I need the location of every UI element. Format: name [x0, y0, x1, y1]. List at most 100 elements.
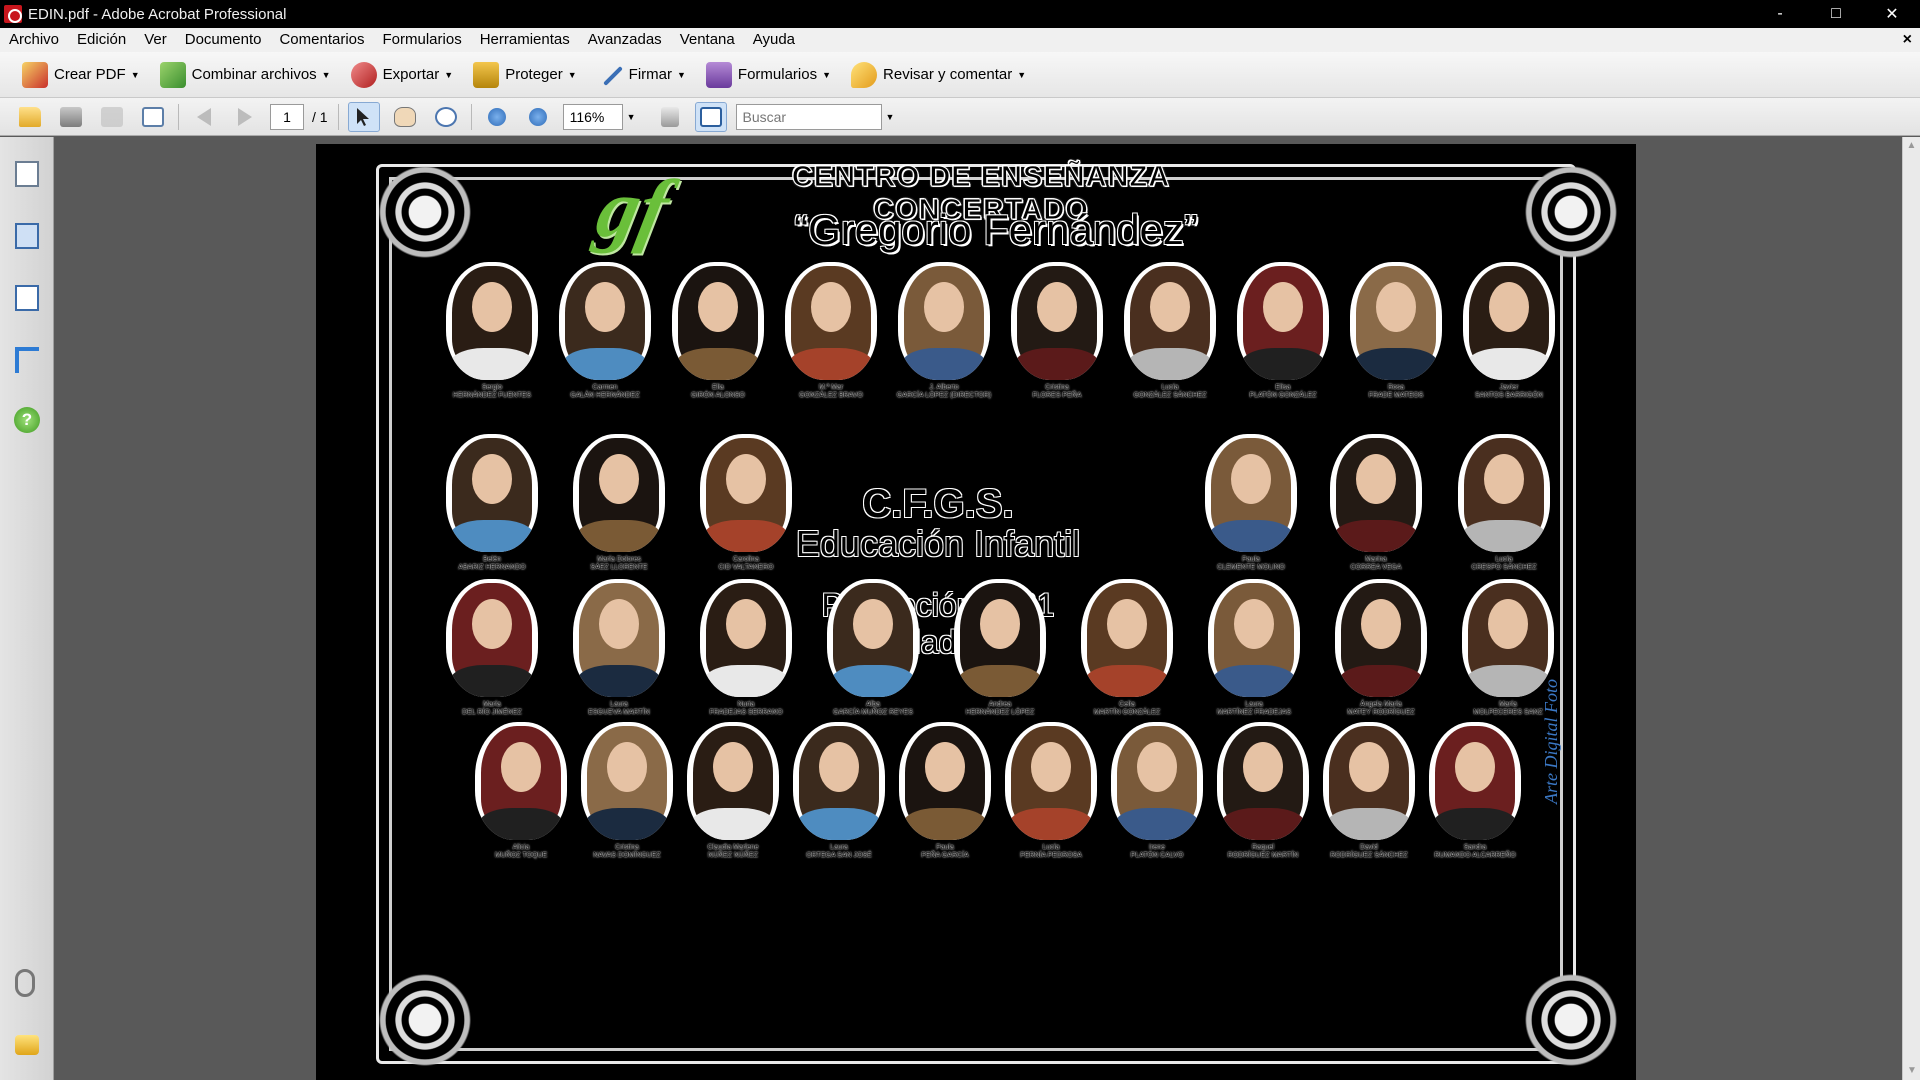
- vertical-scrollbar[interactable]: ▲ ▼: [1902, 137, 1920, 1080]
- portrait-photo: [1005, 722, 1097, 840]
- face-shape: [1037, 282, 1077, 332]
- face-shape: [501, 742, 541, 792]
- corner-ornament: [360, 152, 490, 272]
- portrait-photo: [672, 262, 764, 380]
- first-name: Nuria: [737, 701, 755, 708]
- hand-tool-button[interactable]: [389, 102, 421, 132]
- chevron-down-icon: ▼: [822, 69, 832, 80]
- zoom-in-button[interactable]: [522, 102, 554, 132]
- open-button[interactable]: [14, 102, 46, 132]
- print-button[interactable]: [55, 102, 87, 132]
- clothing-shape: [789, 348, 873, 380]
- select-tool-button[interactable]: [347, 101, 380, 132]
- save-button[interactable]: [96, 102, 128, 132]
- first-name: María: [483, 701, 501, 708]
- menu-ventana[interactable]: Ventana: [671, 28, 744, 52]
- close-button[interactable]: ✕: [1864, 0, 1920, 28]
- menu-documento[interactable]: Documento: [176, 28, 271, 52]
- portrait-caption: Cristina FLORES PEÑA: [1007, 384, 1107, 400]
- help-icon[interactable]: ?: [14, 407, 40, 433]
- portrait-photo: [1463, 262, 1555, 380]
- last-name: SÁEZ LLORENTE: [590, 564, 648, 571]
- minimize-button[interactable]: -: [1752, 0, 1808, 28]
- portrait-photo: [687, 722, 779, 840]
- face-shape: [980, 599, 1020, 649]
- last-name: MARTÍN GONZÁLEZ: [1093, 709, 1161, 716]
- first-name: Javier: [1499, 384, 1519, 391]
- menu-comentarios[interactable]: Comentarios: [270, 28, 373, 52]
- clothing-shape: [831, 665, 915, 697]
- first-name: Ángela María: [1360, 701, 1402, 708]
- portrait-caption: Lucía PERNÍA PEDROSA: [1001, 844, 1101, 860]
- zoom-out-icon: [487, 107, 506, 126]
- zoom-level-input[interactable]: 116%: [562, 103, 623, 130]
- review-comment-label: Revisar y comentar: [883, 66, 1013, 83]
- portrait-caption: Laura MARTÍNEZ FRADEJAS: [1204, 701, 1304, 717]
- bookmarks-icon[interactable]: [15, 223, 39, 249]
- export-button[interactable]: Exportar ▼: [345, 57, 460, 93]
- forms-button[interactable]: Formularios ▼: [700, 57, 837, 93]
- last-name: CRESPO SÁNCHEZ: [1471, 564, 1537, 571]
- portrait-caption: Lucía CRESPO SÁNCHEZ: [1454, 556, 1554, 572]
- student-portrait: Carolina CID VALTANERO: [696, 434, 796, 572]
- menu-ver[interactable]: Ver: [135, 28, 176, 52]
- scroll-up-icon[interactable]: ▲: [1903, 137, 1920, 155]
- combine-files-button[interactable]: Combinar archivos ▼: [154, 57, 337, 93]
- search-dropdown-icon[interactable]: ▼: [886, 112, 895, 122]
- first-name: María: [1499, 701, 1517, 708]
- menu-bar: Archivo Edición Ver Documento Comentario…: [0, 28, 1920, 52]
- last-name: FRADE MATEOS: [1368, 392, 1424, 399]
- review-comment-button[interactable]: Revisar y comentar ▼: [845, 57, 1032, 93]
- menu-ayuda[interactable]: Ayuda: [744, 28, 804, 52]
- zoom-out-button[interactable]: [481, 102, 513, 132]
- portrait-photo: [700, 434, 792, 552]
- sign-button[interactable]: Firmar ▼: [591, 57, 692, 93]
- pages-icon[interactable]: [15, 161, 39, 187]
- window-controls: - □ ✕: [1752, 0, 1920, 28]
- portrait-photo: [446, 579, 538, 697]
- last-name: ESGUEVA MARTÍN: [588, 709, 650, 716]
- face-shape: [819, 742, 859, 792]
- fit-page-button[interactable]: [694, 101, 727, 132]
- face-shape: [1361, 599, 1401, 649]
- portrait-photo: [1237, 262, 1329, 380]
- menu-archivo[interactable]: Archivo: [0, 28, 68, 52]
- scroll-down-icon[interactable]: ▼: [1903, 1062, 1920, 1080]
- menu-formularios[interactable]: Formularios: [374, 28, 471, 52]
- menu-avanzadas[interactable]: Avanzadas: [579, 28, 671, 52]
- email-button[interactable]: [137, 102, 169, 132]
- portrait-caption: Lucía GONZÁLEZ SÁNCHEZ: [1120, 384, 1220, 400]
- portrait-photo: [1458, 434, 1550, 552]
- scrolling-mode-button[interactable]: [654, 102, 686, 132]
- comments-icon[interactable]: [15, 1035, 39, 1055]
- maximize-button[interactable]: □: [1808, 0, 1864, 28]
- portrait-photo: [581, 722, 673, 840]
- face-shape: [607, 742, 647, 792]
- student-portrait: Laura MARTÍNEZ FRADEJAS: [1204, 579, 1304, 717]
- next-page-button[interactable]: [229, 102, 261, 132]
- last-name: ORTEGA SAN JOSÉ: [806, 852, 872, 859]
- last-name: CLEMENTE MOLINO: [1217, 564, 1285, 571]
- last-name: FLORES PEÑA: [1032, 392, 1082, 399]
- document-area[interactable]: gf CENTRO DE ENSEÑANZA CONCERTADO “Grego…: [55, 137, 1902, 1080]
- last-name: ABARIZ HERNANDO: [458, 564, 526, 571]
- create-pdf-button[interactable]: Crear PDF ▼: [16, 57, 146, 93]
- menu-herramientas[interactable]: Herramientas: [471, 28, 579, 52]
- document-close-button[interactable]: ×: [1903, 28, 1912, 52]
- menu-edicion[interactable]: Edición: [68, 28, 135, 52]
- face-shape: [925, 742, 965, 792]
- zoom-dropdown-icon[interactable]: ▼: [627, 112, 636, 122]
- student-portrait: Elia GIRÓN ALONSO: [668, 262, 768, 400]
- protect-button[interactable]: Proteger ▼: [467, 57, 582, 93]
- search-input[interactable]: Buscar: [735, 103, 882, 130]
- chevron-down-icon: ▼: [677, 69, 686, 80]
- clothing-shape: [450, 520, 534, 552]
- chevron-down-icon: ▼: [444, 69, 454, 80]
- page-number-input[interactable]: 1: [270, 103, 304, 130]
- previous-page-button[interactable]: [188, 102, 220, 132]
- model-tree-icon[interactable]: [15, 347, 39, 373]
- attachments-icon[interactable]: [15, 969, 35, 997]
- portrait-caption: Cristina NAVAS DOMÍNGUEZ: [577, 844, 677, 860]
- zoom-tool-button[interactable]: [430, 102, 462, 132]
- signatures-icon[interactable]: [15, 285, 39, 311]
